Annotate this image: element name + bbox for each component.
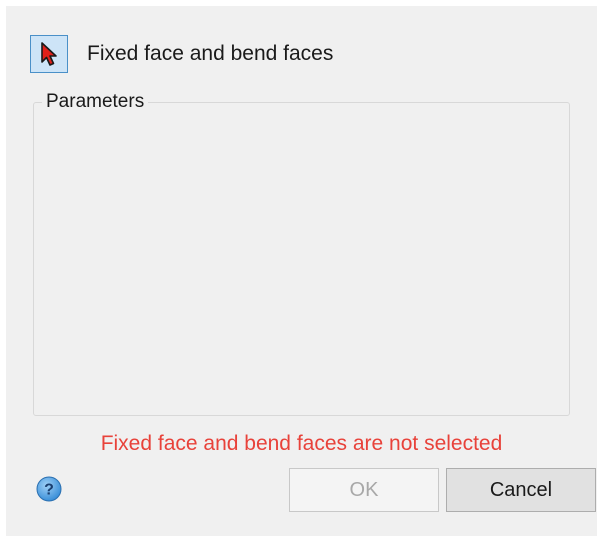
selection-error-message: Fixed face and bend faces are not select…	[100, 432, 503, 455]
svg-text:?: ?	[44, 482, 54, 499]
ok-button[interactable]: OK	[289, 468, 439, 512]
dialog: Fixed face and bend faces Parameters Fix…	[6, 6, 597, 536]
parameters-legend: Parameters	[42, 91, 149, 113]
cancel-button[interactable]: Cancel	[446, 468, 596, 512]
face-selector-label: Fixed face and bend faces	[87, 42, 334, 65]
red-arrow-cursor-icon	[41, 42, 57, 66]
help-icon[interactable]: ?	[36, 476, 62, 502]
parameters-group: Parameters	[33, 91, 570, 416]
face-selector-row: Fixed face and bend faces	[30, 33, 333, 75]
face-selector-button[interactable]	[30, 35, 68, 73]
